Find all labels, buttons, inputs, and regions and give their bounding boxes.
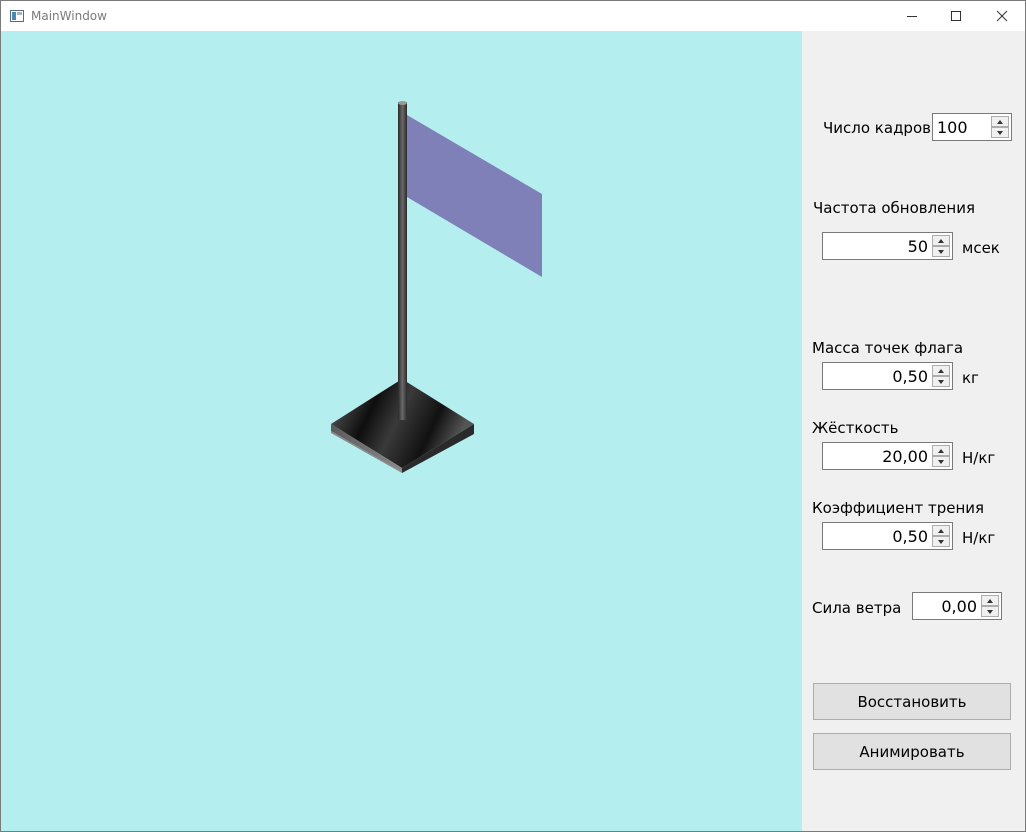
arrow-down-icon bbox=[938, 539, 944, 544]
title-bar: MainWindow bbox=[1, 1, 1025, 31]
refresh-label: Частота обновления bbox=[813, 199, 975, 217]
frames-up-button[interactable] bbox=[991, 116, 1009, 127]
stiffness-value: 20,00 bbox=[882, 447, 928, 466]
frames-spinbox[interactable]: 100 bbox=[932, 113, 1012, 141]
stiffness-unit: Н/кг bbox=[962, 449, 996, 467]
wind-down-button[interactable] bbox=[981, 606, 999, 617]
flag-pole bbox=[398, 102, 407, 420]
arrow-up-icon bbox=[938, 448, 944, 453]
friction-unit: Н/кг bbox=[962, 529, 996, 547]
arrow-up-icon bbox=[938, 368, 944, 373]
refresh-spinbox[interactable]: 50 bbox=[822, 232, 953, 260]
close-icon bbox=[996, 10, 1008, 22]
mass-unit: кг bbox=[962, 369, 979, 387]
arrow-up-icon bbox=[938, 238, 944, 243]
mass-spinbox[interactable]: 0,50 bbox=[822, 362, 953, 390]
refresh-down-button[interactable] bbox=[932, 246, 950, 257]
arrow-down-icon bbox=[938, 379, 944, 384]
mass-down-button[interactable] bbox=[932, 376, 950, 387]
minimize-icon bbox=[907, 16, 917, 17]
arrow-down-icon bbox=[938, 459, 944, 464]
stiffness-down-button[interactable] bbox=[932, 456, 950, 467]
wind-label: Сила ветра bbox=[812, 599, 902, 617]
refresh-up-button[interactable] bbox=[932, 235, 950, 246]
friction-label: Коэффициент трения bbox=[812, 499, 985, 517]
pole-cap bbox=[398, 101, 407, 105]
maximize-button[interactable] bbox=[933, 1, 979, 31]
gl-viewport[interactable] bbox=[1, 31, 802, 831]
animate-button[interactable]: Анимировать bbox=[813, 733, 1011, 770]
close-button[interactable] bbox=[979, 1, 1025, 31]
main-window: MainWindow Число кадров 100 Частота обно… bbox=[0, 0, 1026, 832]
flag-scene bbox=[331, 101, 542, 473]
stiffness-label: Жёсткость bbox=[812, 419, 899, 437]
arrow-down-icon bbox=[938, 249, 944, 254]
app-icon bbox=[10, 10, 24, 22]
friction-down-button[interactable] bbox=[932, 536, 950, 547]
frames-value: 100 bbox=[937, 118, 968, 137]
arrow-down-icon bbox=[987, 609, 993, 614]
wind-value: 0,00 bbox=[941, 597, 977, 616]
control-panel: Число кадров 100 Частота обновления 50 м… bbox=[802, 31, 1025, 831]
friction-up-button[interactable] bbox=[932, 525, 950, 536]
wind-up-button[interactable] bbox=[981, 595, 999, 606]
restore-button[interactable]: Восстановить bbox=[813, 683, 1011, 720]
stiffness-spinbox[interactable]: 20,00 bbox=[822, 442, 953, 470]
arrow-up-icon bbox=[987, 598, 993, 603]
refresh-unit: мсек bbox=[962, 239, 1000, 257]
frames-label: Число кадров bbox=[823, 119, 931, 137]
arrow-up-icon bbox=[997, 119, 1003, 124]
window-title: MainWindow bbox=[31, 9, 107, 23]
minimize-button[interactable] bbox=[889, 1, 935, 31]
friction-spinbox[interactable]: 0,50 bbox=[822, 522, 953, 550]
arrow-up-icon bbox=[938, 528, 944, 533]
refresh-value: 50 bbox=[907, 237, 928, 256]
stiffness-up-button[interactable] bbox=[932, 445, 950, 456]
mass-value: 0,50 bbox=[892, 367, 928, 386]
wind-spinbox[interactable]: 0,00 bbox=[912, 592, 1002, 620]
friction-value: 0,50 bbox=[892, 527, 928, 546]
frames-down-button[interactable] bbox=[991, 127, 1009, 138]
arrow-down-icon bbox=[997, 130, 1003, 135]
maximize-icon bbox=[951, 11, 961, 21]
mass-label: Масса точек флага bbox=[812, 339, 964, 357]
flag-cloth bbox=[407, 115, 542, 277]
mass-up-button[interactable] bbox=[932, 365, 950, 376]
